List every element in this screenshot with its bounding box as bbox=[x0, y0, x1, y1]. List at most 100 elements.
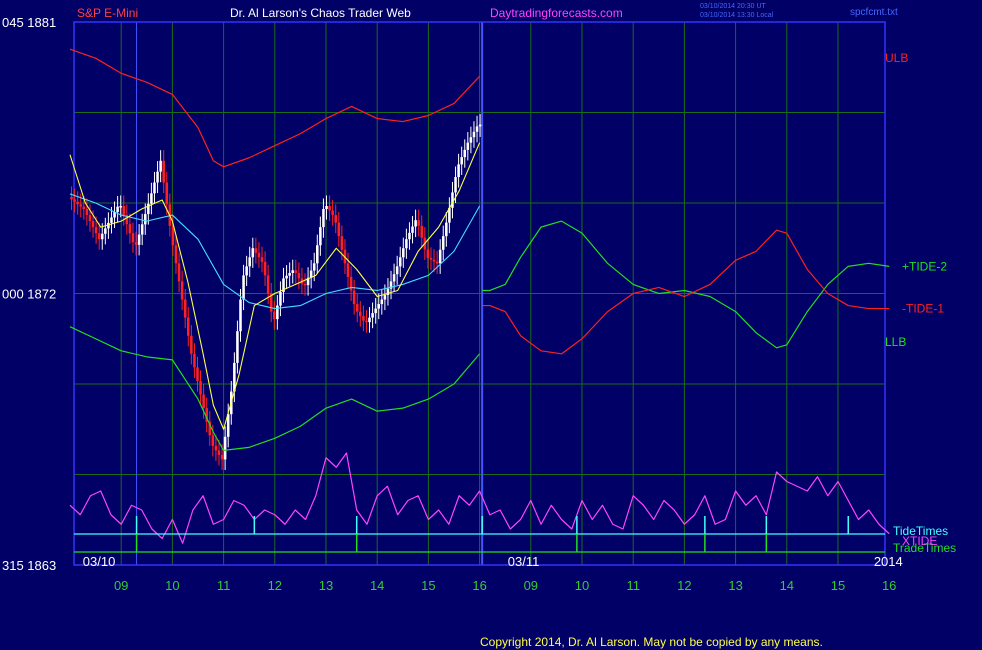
tide-minus-line bbox=[482, 229, 890, 355]
price-bar-body bbox=[104, 228, 107, 234]
price-bar-body bbox=[245, 266, 248, 276]
price-bar-body bbox=[110, 217, 113, 223]
price-bar-body bbox=[70, 196, 73, 200]
price-bar-body bbox=[199, 380, 202, 395]
copyright-notice: Copyright 2014, Dr. Al Larson. May not b… bbox=[480, 635, 823, 649]
price-bar-body bbox=[242, 275, 245, 300]
price-bar-body bbox=[76, 201, 79, 205]
price-bar-body bbox=[377, 304, 381, 309]
price-bar-body bbox=[79, 204, 83, 207]
x-tick-label: 14 bbox=[370, 578, 384, 593]
price-bar-body bbox=[159, 160, 162, 172]
price-bar-body bbox=[475, 126, 479, 132]
price-bar-body bbox=[411, 226, 414, 233]
date-label: 2014 bbox=[874, 554, 903, 569]
price-bar-body bbox=[463, 149, 467, 158]
chaos-trader-chart: 045 1881 000 1872 315 1863 09 10 11 12 13 14 15 16… bbox=[2, 3, 956, 649]
price-bar-body bbox=[134, 242, 138, 245]
price-bar-body bbox=[438, 249, 442, 264]
price-bar-body bbox=[91, 221, 95, 228]
price-bar-body bbox=[165, 182, 169, 205]
price-bar-body bbox=[196, 367, 199, 381]
price-bar-body bbox=[322, 209, 325, 228]
price-bar-body bbox=[294, 270, 298, 273]
price-bar-body bbox=[285, 275, 288, 279]
x-tick-label: 14 bbox=[780, 578, 794, 593]
price-bar-body bbox=[402, 248, 405, 258]
price-bar-body bbox=[349, 276, 353, 291]
price-bar-body bbox=[414, 220, 417, 227]
price-bar-body bbox=[251, 248, 255, 258]
price-bar-body bbox=[355, 304, 359, 312]
price-bar-body bbox=[162, 160, 165, 183]
price-bars bbox=[70, 114, 482, 470]
price-bar-body bbox=[445, 222, 448, 237]
price-bar-body bbox=[257, 252, 261, 258]
price-bar-body bbox=[88, 215, 92, 222]
price-bar-body bbox=[432, 259, 436, 262]
price-bar-body bbox=[374, 308, 377, 314]
price-bar-body bbox=[85, 209, 89, 216]
price-bar-body bbox=[478, 124, 482, 127]
x-tick-label: 09 bbox=[114, 578, 128, 593]
x-tick-label: 12 bbox=[677, 578, 691, 593]
tide-plus-line bbox=[482, 220, 890, 349]
price-bar-body bbox=[143, 214, 147, 225]
price-bar-body bbox=[466, 142, 470, 150]
x-tick-label: 13 bbox=[728, 578, 742, 593]
price-bar-body bbox=[236, 331, 239, 363]
series-label: +TIDE-2 bbox=[902, 259, 947, 273]
y-tick-label: 045 1881 bbox=[2, 15, 56, 30]
price-bar-body bbox=[263, 261, 267, 276]
date-label: 03/11 bbox=[508, 554, 540, 569]
price-bar-body bbox=[316, 245, 319, 264]
price-bar-body bbox=[100, 233, 104, 240]
price-bar-body bbox=[392, 274, 396, 282]
price-bar-body bbox=[334, 215, 338, 223]
price-bar-body bbox=[276, 305, 279, 320]
price-bar-body bbox=[254, 248, 258, 253]
price-bar-body bbox=[297, 272, 301, 279]
price-bar-body bbox=[217, 450, 221, 455]
price-bar-body bbox=[288, 272, 291, 276]
price-bar-body bbox=[380, 299, 384, 305]
price-bar-body bbox=[352, 290, 356, 305]
timestamp-local: 03/10/2014 13:30 Local bbox=[700, 12, 774, 19]
price-bar-body bbox=[371, 313, 374, 318]
price-bar-body bbox=[73, 199, 76, 202]
price-bar-body bbox=[248, 257, 251, 267]
price-bar-body bbox=[331, 210, 334, 216]
price-bar-body bbox=[137, 234, 141, 245]
price-bar-body bbox=[183, 299, 187, 318]
series-label: ULB bbox=[885, 51, 908, 65]
price-bar-body bbox=[223, 436, 227, 460]
grid-lines bbox=[74, 21, 885, 566]
price-bar-body bbox=[97, 233, 101, 240]
price-bar-body bbox=[383, 295, 387, 300]
site-link[interactable]: Daytradingforecasts.com bbox=[490, 6, 623, 20]
price-bar-body bbox=[190, 335, 193, 354]
y-tick-label: 000 1872 bbox=[2, 287, 56, 302]
price-bar-body bbox=[291, 270, 294, 273]
price-bar-body bbox=[180, 281, 184, 300]
price-bar-body bbox=[435, 261, 439, 264]
x-tick-label: 16 bbox=[472, 578, 486, 593]
price-bar-body bbox=[460, 157, 463, 165]
price-bar-body bbox=[469, 137, 473, 143]
x-tick-label: 15 bbox=[421, 578, 435, 593]
price-bar-body bbox=[303, 283, 307, 286]
price-bar-body bbox=[279, 291, 282, 306]
price-bar-body bbox=[214, 445, 218, 451]
x-tick-label: 15 bbox=[831, 578, 845, 593]
price-bar-body bbox=[82, 206, 86, 210]
price-bar-body bbox=[140, 224, 144, 235]
series-label: LLB bbox=[885, 335, 906, 349]
x-tick-label: 10 bbox=[575, 578, 589, 593]
price-bar-body bbox=[429, 257, 433, 260]
price-bar-body bbox=[328, 206, 331, 211]
price-bar-body bbox=[186, 317, 190, 336]
price-bar-body bbox=[426, 249, 430, 258]
price-bar-body bbox=[340, 236, 344, 250]
price-bar-body bbox=[156, 171, 159, 183]
price-bar-body bbox=[441, 236, 445, 250]
